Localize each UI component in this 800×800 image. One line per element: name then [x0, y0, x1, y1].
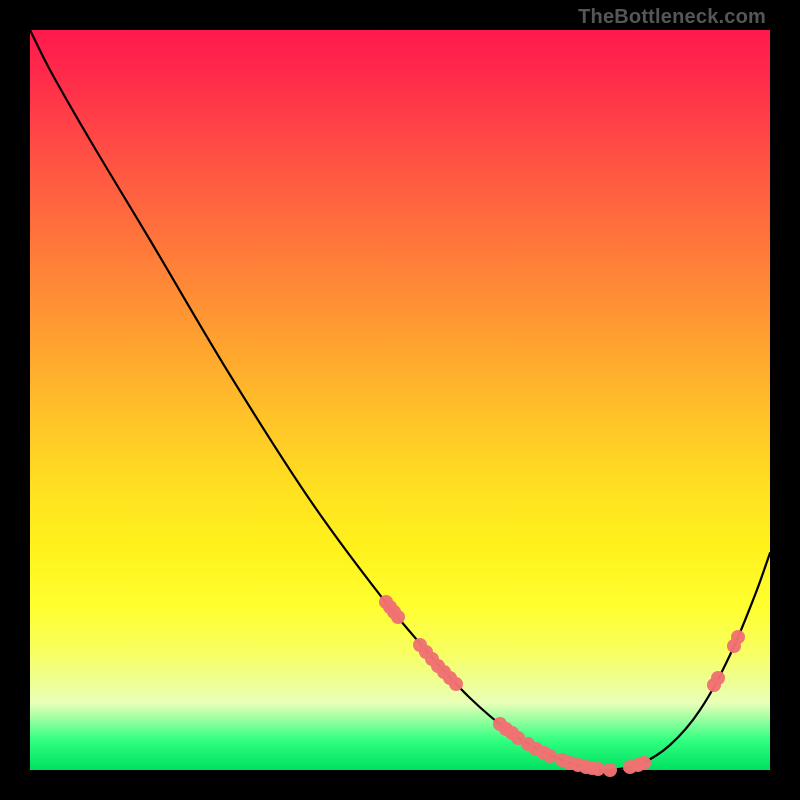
data-point-marker: [449, 677, 463, 691]
data-point-marker: [391, 610, 405, 624]
data-point-marker: [591, 762, 605, 776]
data-point-marker: [543, 749, 557, 763]
watermark-label: TheBottleneck.com: [578, 6, 766, 29]
data-point-marker: [711, 671, 725, 685]
chart-stage: TheBottleneck.com: [0, 0, 800, 800]
bottleneck-curve: [30, 30, 770, 770]
plot-area: [30, 30, 770, 770]
data-point-marker: [603, 763, 617, 777]
chart-svg: [30, 30, 770, 770]
data-point-marker: [637, 756, 651, 770]
data-point-marker: [731, 630, 745, 644]
markers-group: [379, 595, 745, 777]
